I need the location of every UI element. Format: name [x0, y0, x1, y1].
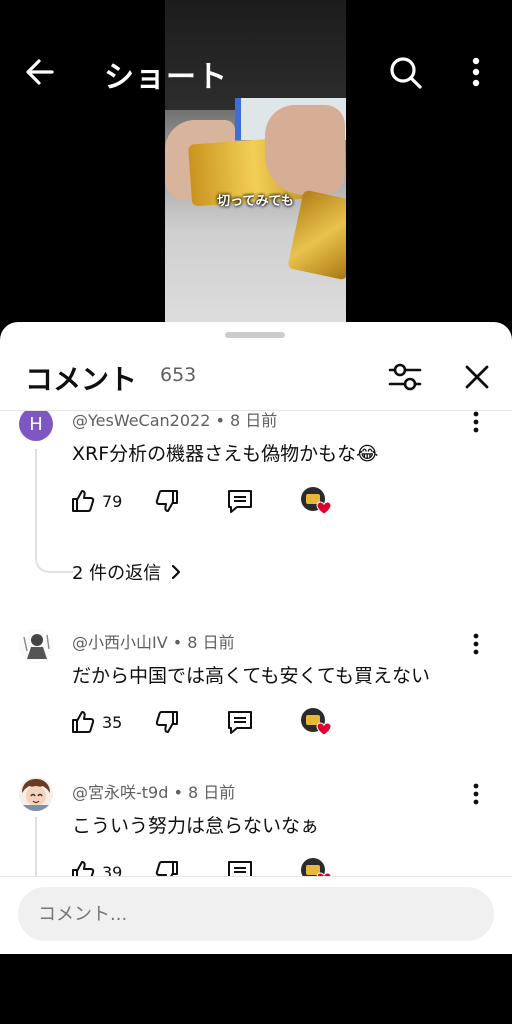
creator-heart-badge — [300, 857, 332, 876]
reply-button[interactable] — [226, 857, 254, 876]
video-area: 切ってみても — [0, 0, 512, 330]
comment-text: XRF分析の機器さえも偽物かもな😂 — [72, 443, 379, 465]
drag-handle[interactable] — [225, 332, 285, 338]
more-vert-icon[interactable] — [466, 631, 486, 657]
thumbs-up-icon — [72, 490, 95, 512]
comments-title: コメント — [25, 363, 138, 396]
comment-text: こういう努力は怠らないなぁ — [72, 815, 320, 837]
comment-meta: @小西小山IV • 8 日前 — [72, 629, 235, 653]
avatar-face-icon — [19, 777, 53, 811]
filter-icon[interactable] — [386, 360, 424, 394]
like-count: 79 — [102, 491, 123, 511]
creator-heart-badge — [300, 486, 332, 516]
comment-text: だから中国では高くても安くても買えない — [72, 665, 430, 687]
comment-input[interactable] — [18, 887, 494, 941]
video-player[interactable]: 切ってみても — [165, 0, 346, 330]
comment-age: 8 日前 — [188, 783, 236, 802]
page-title: ショート — [104, 60, 228, 95]
comment-input-bar — [0, 876, 512, 955]
avatar[interactable]: H — [19, 411, 53, 441]
reply-thread-line — [35, 449, 73, 573]
like-button[interactable]: 79 — [70, 486, 122, 516]
avatar[interactable] — [19, 777, 53, 811]
reply-button[interactable] — [226, 486, 254, 516]
comment-age: 8 日前 — [187, 633, 235, 652]
meta-separator: • — [173, 783, 183, 802]
video-caption: 切ってみても — [217, 194, 294, 209]
comment-author[interactable]: @YesWeCan2022 — [72, 411, 210, 430]
comment-actions: 39 — [70, 857, 370, 876]
arrow-left-icon[interactable] — [22, 54, 58, 90]
meta-separator: • — [172, 633, 183, 652]
thumbs-down-icon — [155, 490, 178, 512]
reply-thread-line — [35, 817, 73, 876]
thumbs-up-icon — [72, 861, 95, 876]
dislike-button[interactable] — [154, 857, 180, 876]
comment-icon — [228, 711, 252, 734]
like-count: 35 — [102, 712, 123, 732]
bottom-bar — [0, 954, 512, 1024]
heart-badge-icon — [301, 487, 332, 515]
reply-button[interactable] — [226, 707, 254, 737]
comment-actions: 79 — [70, 486, 370, 516]
search-icon[interactable] — [386, 54, 426, 90]
avatar-figure-icon — [19, 629, 53, 663]
comments-count: 653 — [160, 364, 197, 386]
chevron-right-icon — [172, 564, 181, 580]
comment-list[interactable]: H @YesWeCan2022 • 8 日前 XRF分析の機器さえも偽物かもな😂… — [0, 411, 512, 876]
thumbs-up-icon — [72, 711, 95, 733]
heart-badge-icon — [301, 858, 332, 876]
more-vert-icon[interactable] — [466, 411, 486, 435]
avatar[interactable] — [19, 629, 53, 663]
thumbs-down-icon — [155, 861, 178, 876]
heart-badge-icon — [301, 708, 332, 736]
like-count: 39 — [102, 862, 123, 877]
avatar-letter: H — [29, 413, 43, 435]
video-hand-right — [265, 105, 345, 195]
replies-label: 2 件の返信 — [72, 563, 162, 584]
view-replies-button[interactable]: 2 件の返信 — [72, 559, 185, 585]
comment-age: 8 日前 — [230, 411, 278, 430]
close-icon[interactable] — [460, 360, 494, 394]
comments-sheet: コメント 653 H @YesWeCan2022 • 8 日前 XRF分析の機器… — [0, 322, 512, 954]
like-button[interactable]: 35 — [70, 707, 122, 737]
comment-author[interactable]: @宮永咲-t9d — [72, 783, 168, 802]
comment-meta: @宮永咲-t9d • 8 日前 — [72, 779, 235, 803]
creator-heart-badge — [300, 707, 332, 737]
like-button[interactable]: 39 — [70, 857, 122, 876]
dislike-button[interactable] — [154, 707, 180, 737]
comment-icon — [228, 490, 252, 513]
dislike-button[interactable] — [154, 486, 180, 516]
thumbs-down-icon — [155, 711, 178, 733]
comment-actions: 35 — [70, 707, 370, 737]
meta-separator: • — [215, 411, 225, 430]
comment-author[interactable]: @小西小山IV — [72, 633, 168, 652]
more-vert-icon[interactable] — [466, 781, 486, 807]
comment-meta: @YesWeCan2022 • 8 日前 — [72, 411, 277, 431]
more-vert-icon[interactable] — [466, 54, 486, 90]
comment-icon — [228, 861, 252, 876]
